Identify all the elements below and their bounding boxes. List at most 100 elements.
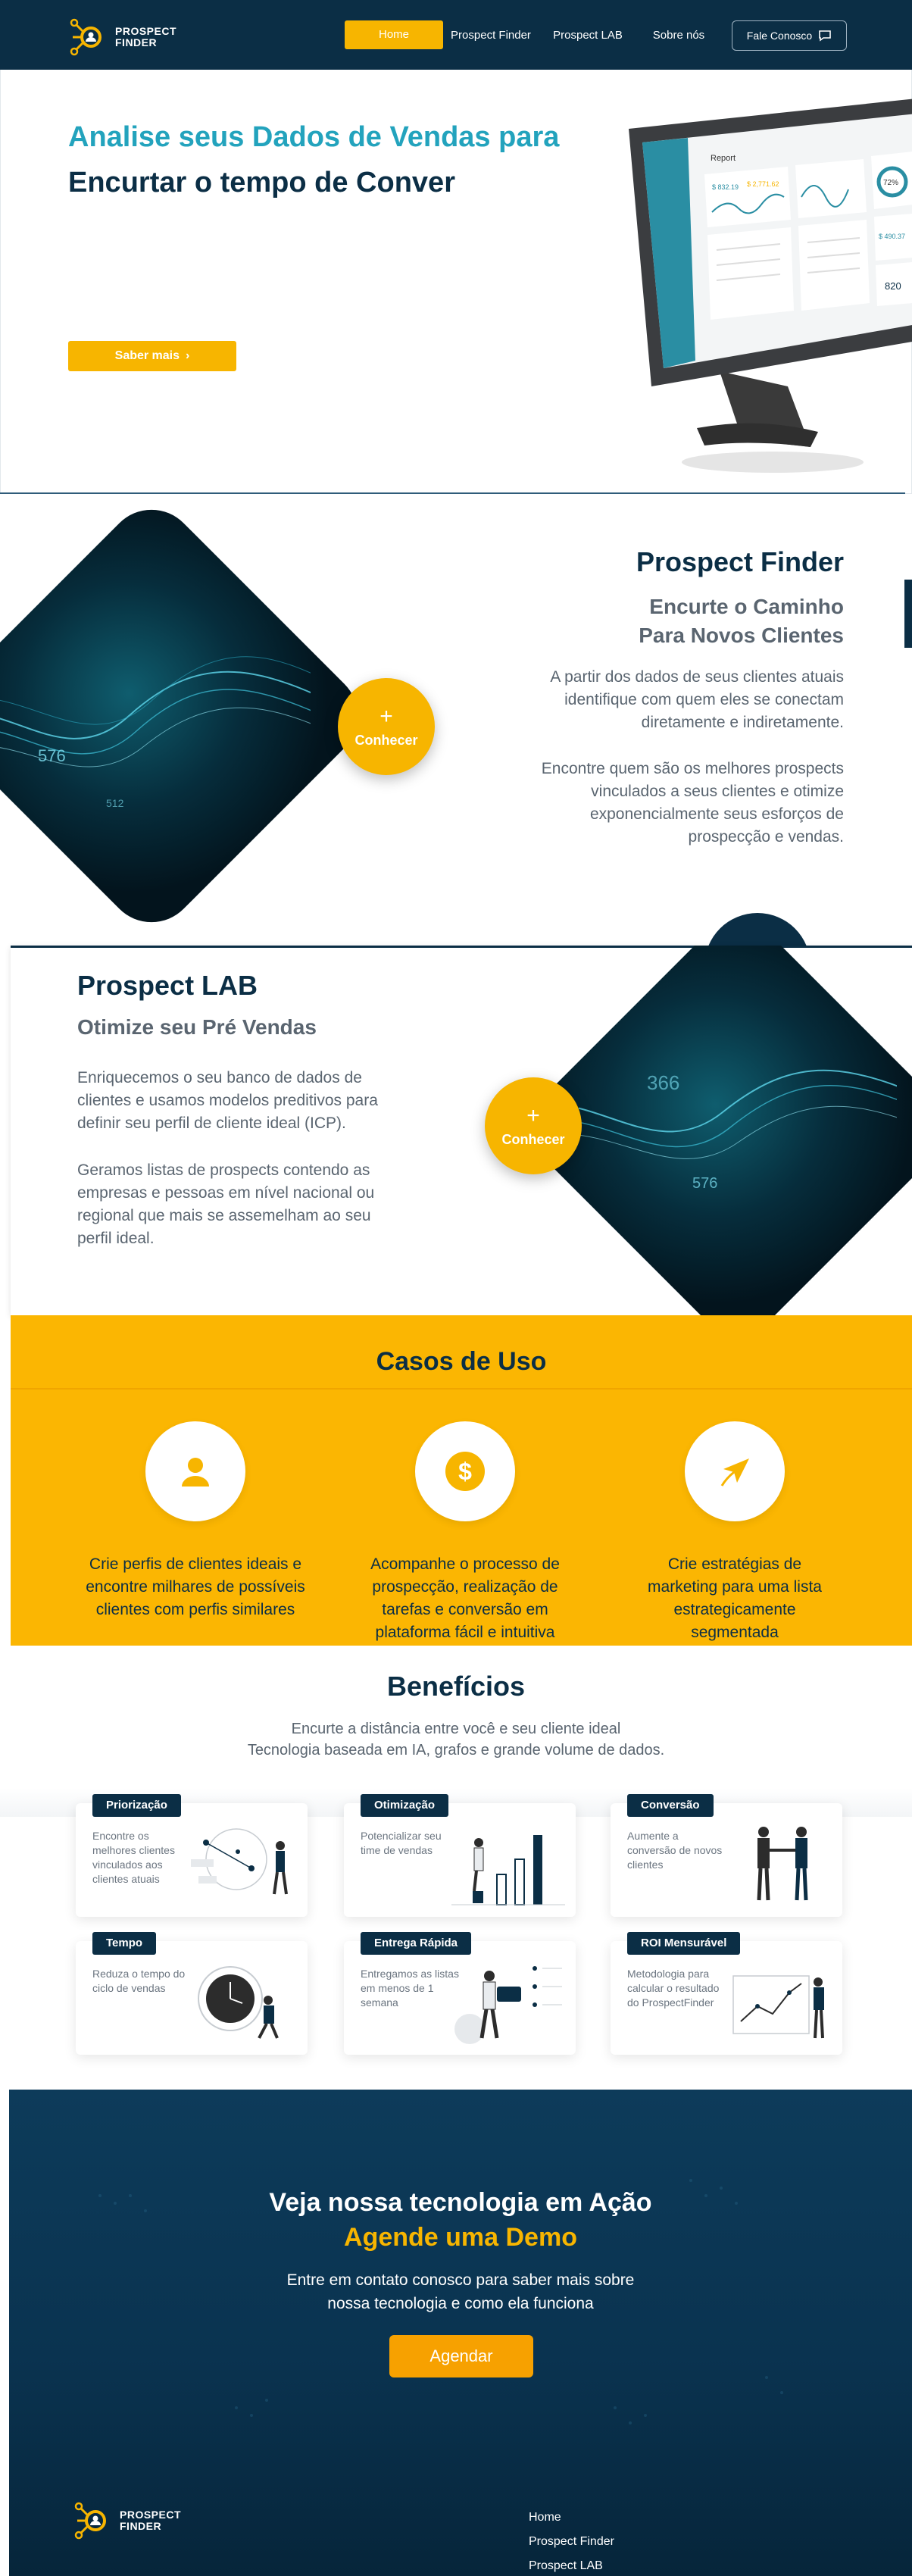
fale-conosco-label: Fale Conosco — [746, 30, 813, 42]
handshake-illustration — [757, 1827, 808, 1901]
beneficios-subtitle: Encurte a distância entre você e seu cli… — [0, 1718, 912, 1761]
demo-paragraph-line: Entre em contato conosco para saber mais… — [286, 2271, 635, 2289]
saber-mais-button[interactable]: Saber mais › — [68, 341, 236, 371]
logo[interactable]: PROSPECT FINDER — [68, 15, 176, 59]
card-tag: Priorização — [92, 1794, 181, 1817]
lab-p1-line: clientes e usamos modelos preditivos par… — [77, 1092, 378, 1109]
casos-divider — [11, 1388, 912, 1390]
svg-text:$: $ — [458, 1458, 472, 1485]
logo-line-1: PROSPECT — [115, 25, 177, 37]
lab-p2-line: perfil ideal. — [77, 1230, 155, 1247]
finder-image-wrap: 576 512 — [0, 496, 394, 939]
report-value-2: $ 2,771.62 — [747, 180, 779, 188]
caso-icon-circle: $ — [415, 1421, 515, 1521]
report-value-3: $ 490.37 — [879, 233, 905, 240]
card-text: Metodologia para calcular o resultado do… — [627, 1968, 720, 2009]
footer-link-home[interactable]: Home — [529, 2511, 561, 2524]
user-icon — [182, 1458, 209, 1487]
card-text: Entregamos as listas em menos de 1 seman… — [361, 1968, 459, 2009]
roi-chart-illustration — [732, 1975, 824, 2039]
benefit-card-conversao: Conversão Aumente a conversão de novos c… — [611, 1794, 842, 1917]
caso-text-line: estrategicamente — [673, 1601, 796, 1618]
finder-paragraph-2: Encontre quem são os melhores prospects … — [542, 758, 844, 849]
prospect-lab-section: Prospect LAB Otimize seu Pré Vendas Enri… — [11, 946, 912, 1315]
card-text: Reduza o tempo do ciclo de vendas — [92, 1968, 186, 1994]
beneficios-subtitle-line: Tecnologia baseada em IA, grafos e grand… — [247, 1742, 665, 1758]
logo-line-2: FINDER — [120, 2520, 162, 2532]
footer-link-prospect-lab[interactable]: Prospect LAB — [529, 2559, 603, 2573]
report-title: Report — [711, 154, 736, 163]
report-count: 820 — [885, 280, 901, 292]
nav-prospect-lab[interactable]: Prospect LAB — [547, 29, 629, 42]
footer-logo[interactable]: PROSPECT FINDER — [73, 2499, 181, 2543]
footer-link-prospect-finder[interactable]: Prospect Finder — [529, 2535, 614, 2549]
diamond-number-2: 576 — [692, 1175, 717, 1192]
monitor-illustration: Report $ 832.19 $ 2,771.62 72% $ 490.37 … — [629, 98, 912, 473]
logo-icon — [70, 18, 102, 56]
lab-subtitle: Otimize seu Pré Vendas — [77, 1015, 317, 1039]
card-text: Aumente a conversão de novos clientes — [627, 1830, 723, 1871]
demo-paragraph-line: nossa tecnologia e como ela funciona — [327, 2295, 594, 2312]
side-tab[interactable] — [904, 580, 912, 648]
beneficios-title: Benefícios — [386, 1671, 526, 1702]
lab-p2-line: regional que mais se assemelham ao seu — [77, 1207, 371, 1224]
finder-p2-line: vinculados a seus clientes e otimize — [591, 783, 844, 800]
caso-text-line: Acompanhe o processo de — [370, 1555, 560, 1573]
demo-title: Veja nossa tecnologia em Ação — [269, 2188, 652, 2217]
finder-paragraph-1: A partir dos dados de seus clientes atua… — [550, 666, 844, 734]
benefit-card-roi-mensuravel: ROI Mensurável Metodologia para calcular… — [611, 1932, 842, 2055]
plus-icon: + — [379, 703, 393, 729]
bar-growth-illustration — [451, 1835, 565, 1905]
caso-text-line: clientes com perfis similares — [95, 1601, 295, 1618]
caso-text: Crie estratégias de marketing para uma l… — [614, 1553, 856, 1644]
caso-text-line: prospecção, realização de — [372, 1578, 558, 1596]
caso-text-line: marketing para uma lista — [648, 1578, 822, 1596]
dollar-icon: $ — [445, 1452, 485, 1491]
lab-paragraph-2: Geramos listas de prospects contendo as … — [77, 1159, 374, 1250]
lab-data-image: 366 576 — [533, 946, 912, 1315]
saber-mais-label: Saber mais — [114, 349, 180, 362]
nav-prospect-finder[interactable]: Prospect Finder — [448, 29, 533, 42]
caso-text-line: plataforma fácil e intuitiva — [375, 1624, 555, 1641]
benefit-card-priorizacao: Priorização Encontre os melhores cliente… — [76, 1794, 308, 1917]
fale-conosco-button[interactable]: Fale Conosco — [732, 20, 847, 51]
finder-p2-line: Encontre quem são os melhores prospects — [541, 760, 844, 777]
finder-p1-line: diretamente e indiretamente. — [641, 714, 844, 731]
lab-conhecer-label: Conhecer — [501, 1131, 565, 1147]
network-people-illustration — [191, 1828, 288, 1895]
lab-image-wrap: 366 576 — [533, 946, 912, 1315]
card-tag: ROI Mensurável — [627, 1932, 741, 1955]
caso-text-line: encontre milhares de possíveis — [86, 1578, 305, 1596]
demo-subtitle: Agende uma Demo — [344, 2223, 577, 2252]
report-value-1: $ 832.19 — [712, 183, 739, 191]
agendar-button[interactable]: Agendar — [389, 2335, 533, 2377]
caso-item: Crie estratégias de marketing para uma l… — [614, 1421, 856, 1644]
lab-p2-line: empresas e pessoas em nível nacional ou — [77, 1184, 375, 1202]
chat-icon — [819, 30, 831, 42]
benefit-card-entrega-rapida: Entrega Rápida Entregamos as listas em m… — [344, 1932, 576, 2055]
data-wave-graphic: 576 512 — [0, 656, 376, 809]
lab-p2-line: Geramos listas de prospects contendo as — [77, 1161, 370, 1179]
nav-sobre-nos[interactable]: Sobre nós — [648, 29, 709, 42]
finder-conhecer-label: Conhecer — [354, 732, 418, 748]
caso-icon-circle — [685, 1421, 785, 1521]
diamond-number-1: 576 — [38, 746, 66, 765]
lab-conhecer-button[interactable]: + Conhecer — [485, 1077, 582, 1174]
card-tag: Otimização — [361, 1794, 449, 1817]
lab-paragraph-1: Enriquecemos o seu banco de dados de cli… — [77, 1067, 378, 1135]
hero-title-line-1: Analise seus Dados de Vendas para — [68, 121, 560, 153]
caso-text-line: Crie estratégias de — [667, 1555, 802, 1573]
finder-conhecer-button[interactable]: + Conhecer — [338, 678, 435, 775]
caso-text-line: Crie perfis de clientes ideais e — [89, 1555, 302, 1573]
benefit-card-otimizacao: Otimização Potencializar seu time de ven… — [344, 1794, 576, 1917]
logo-icon — [74, 2502, 106, 2540]
nav-home-button[interactable]: Home — [345, 20, 443, 49]
finder-p1-line: identifique com quem eles se conectam — [564, 691, 844, 708]
caso-text: Crie perfis de clientes ideais e encontr… — [74, 1553, 317, 1621]
caso-text-line: segmentada — [691, 1624, 779, 1641]
lab-p1-line: Enriquecemos o seu banco de dados de — [77, 1069, 362, 1086]
casos-title: Casos de Uso — [376, 1347, 547, 1376]
finder-p2-line: exponencialmente seus esforços de — [589, 805, 844, 823]
finder-p2-line: prospecção e vendas. — [688, 828, 844, 846]
beneficios-subtitle-line: Encurte a distância entre você e seu cli… — [291, 1721, 621, 1737]
